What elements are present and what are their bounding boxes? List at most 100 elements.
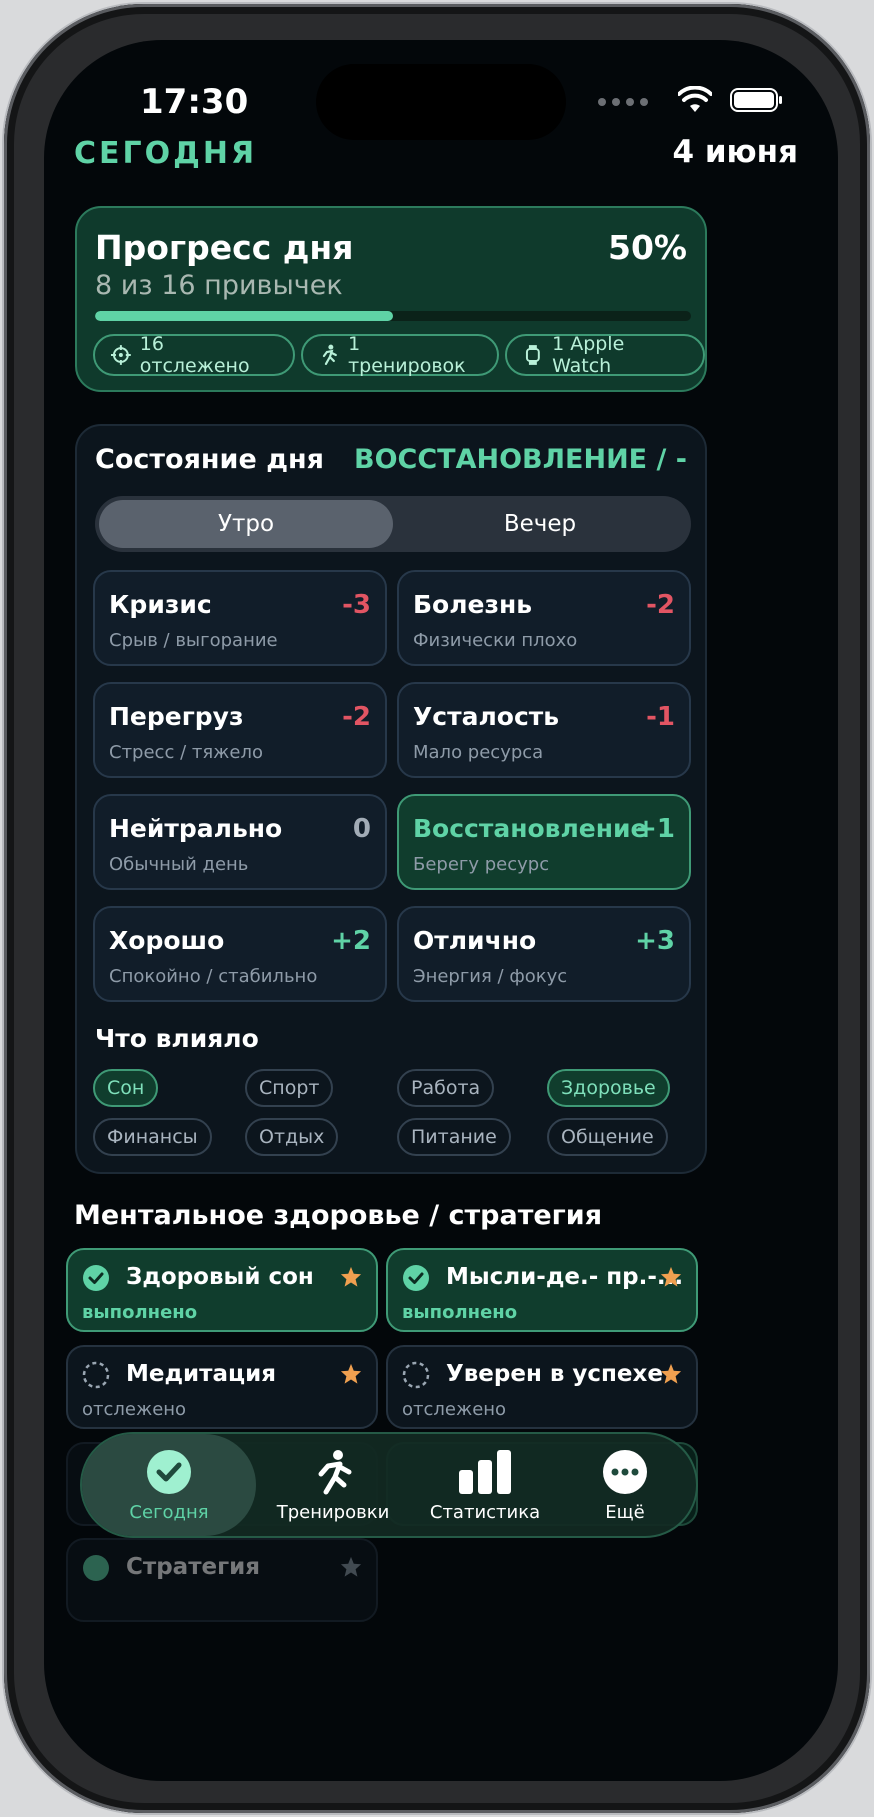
segment-evening[interactable]: Вечер (393, 500, 687, 548)
state-name: Болезнь (413, 590, 533, 619)
habit-card-healthy-sleep[interactable]: Здоровый сон выполнено (66, 1248, 378, 1332)
state-option-crisis[interactable]: Кризис -3 Срыв / выгорание (93, 570, 387, 666)
dynamic-island (316, 64, 566, 140)
state-desc: Срыв / выгорание (109, 630, 278, 651)
tab-label: Тренировки (276, 1501, 390, 1523)
state-score: +2 (331, 926, 371, 956)
state-name: Хорошо (109, 926, 225, 955)
state-desc: Берегу ресурс (413, 854, 550, 875)
habit-status: отслежено (402, 1399, 507, 1420)
state-name: Восстановление (413, 814, 648, 843)
state-score: +3 (635, 926, 675, 956)
page-title: СЕГОДНЯ (74, 136, 258, 171)
tab-more[interactable]: Ещё (560, 1434, 690, 1536)
state-option-illness[interactable]: Болезнь -2 Физически плохо (397, 570, 691, 666)
progress-title: Прогресс дня (95, 228, 354, 267)
habit-status: отслежено (82, 1399, 187, 1420)
mental-section-title: Ментальное здоровье / стратегия (74, 1200, 603, 1231)
state-score: -2 (646, 590, 675, 620)
star-icon[interactable] (660, 1266, 682, 1288)
battery-icon (730, 88, 782, 112)
state-score: 0 (352, 814, 371, 844)
signal-icon (598, 98, 648, 106)
chip-label: 16 отслежено (139, 333, 250, 377)
watch-icon (526, 345, 541, 365)
state-option-fatigue[interactable]: Усталость -1 Мало ресурса (397, 682, 691, 778)
dashed-circle-icon (402, 1361, 430, 1389)
checkmark-circle-icon (83, 1265, 109, 1291)
checkmark-circle-icon (83, 1555, 109, 1581)
tab-today[interactable]: Сегодня (82, 1434, 256, 1536)
state-desc: Энергия / фокус (413, 966, 568, 987)
influence-tag-social[interactable]: Общение (547, 1118, 668, 1156)
habit-card-meditation[interactable]: Медитация отслежено (66, 1345, 378, 1429)
star-icon[interactable] (660, 1363, 682, 1385)
checkmark-circle-icon (403, 1265, 429, 1291)
day-state-card: Состояние дня ВОССТАНОВЛЕНИЕ / - Утро Ве… (75, 424, 707, 1174)
running-icon (318, 1449, 352, 1494)
influence-tag-sport[interactable]: Спорт (245, 1069, 334, 1107)
influence-tag-nutrition[interactable]: Питание (397, 1118, 511, 1156)
tab-statistics[interactable]: Статистика (410, 1434, 560, 1536)
influence-title: Что влияло (95, 1024, 259, 1053)
phone-frame: 17:30 СЕГОДНЯ 4 июня Прогресс дня 50% 8 … (4, 4, 870, 1813)
habit-card-strategy[interactable]: Стратегия (66, 1538, 378, 1622)
time-of-day-segmented-control: Утро Вечер (95, 496, 691, 552)
state-option-neutral[interactable]: Нейтрально 0 Обычный день (93, 794, 387, 890)
habit-status: выполнено (82, 1302, 198, 1323)
state-score: -3 (342, 590, 371, 620)
habit-name: Мысли-де.- пр.-... (446, 1264, 684, 1290)
influence-tag-work[interactable]: Работа (397, 1069, 495, 1107)
chip-workouts[interactable]: 1 тренировок (301, 333, 500, 377)
state-option-recovery[interactable]: Восстановление +1 Берегу ресурс (397, 794, 691, 890)
state-desc: Стресс / тяжело (109, 742, 263, 763)
progress-subtitle: 8 из 16 привычек (95, 270, 343, 301)
bar-chart-icon (459, 1449, 511, 1494)
state-name: Кризис (109, 590, 212, 619)
wifi-icon (678, 86, 712, 112)
state-score: +1 (635, 814, 675, 844)
day-state-title: Состояние дня (95, 444, 324, 475)
state-option-good[interactable]: Хорошо +2 Спокойно / стабильно (93, 906, 387, 1002)
screen: 17:30 СЕГОДНЯ 4 июня Прогресс дня 50% 8 … (44, 40, 838, 1781)
chip-label: 1 Apple Watch (552, 333, 625, 377)
habit-name: Стратегия (126, 1554, 261, 1580)
star-icon[interactable] (340, 1266, 362, 1288)
state-option-overload[interactable]: Перегруз -2 Стресс / тяжело (93, 682, 387, 778)
more-icon (603, 1449, 647, 1494)
habit-name: Здоровый сон (126, 1264, 314, 1290)
checkmark-circle-icon (147, 1449, 191, 1494)
tab-workouts[interactable]: Тренировки (258, 1434, 408, 1536)
dashed-circle-icon (82, 1361, 110, 1389)
tab-label: Ещё (605, 1501, 645, 1523)
current-date[interactable]: 4 июня (672, 134, 798, 170)
progress-bar-fill (95, 311, 393, 321)
segment-morning[interactable]: Утро (99, 500, 393, 548)
habit-card-confident[interactable]: Уверен в успехе отслежено (386, 1345, 698, 1429)
tab-bar: Сегодня Тренировки Статистика Ещё (80, 1432, 698, 1538)
influence-tag-finance[interactable]: Финансы (93, 1118, 212, 1156)
influence-tag-health[interactable]: Здоровье (547, 1069, 670, 1107)
state-score: -2 (342, 702, 371, 732)
influence-tag-sleep[interactable]: Сон (93, 1069, 159, 1107)
chip-tracked[interactable]: 16 отслежено (93, 333, 296, 377)
state-name: Усталость (413, 702, 560, 731)
state-desc: Обычный день (109, 854, 249, 875)
tab-label: Сегодня (129, 1501, 209, 1523)
status-icons (598, 86, 782, 118)
influence-tag-rest[interactable]: Отдых (245, 1118, 339, 1156)
target-icon (110, 345, 131, 365)
progress-chips: 16 отслежено 1 тренировок 1 Apple Watch (93, 333, 705, 377)
star-icon[interactable] (340, 1363, 362, 1385)
star-icon[interactable] (340, 1556, 362, 1578)
habit-card-thoughts[interactable]: Мысли-де.- пр.-... выполнено (386, 1248, 698, 1332)
chip-label: 1 тренировок (348, 333, 466, 377)
chip-apple-watch[interactable]: 1 Apple Watch (505, 333, 705, 377)
state-name: Нейтрально (109, 814, 283, 843)
state-option-excellent[interactable]: Отлично +3 Энергия / фокус (397, 906, 691, 1002)
tab-label: Статистика (429, 1501, 541, 1523)
state-name: Отлично (413, 926, 537, 955)
state-score: -1 (646, 702, 675, 732)
habit-name: Уверен в успехе (446, 1361, 663, 1387)
progress-percent: 50% (608, 228, 687, 267)
